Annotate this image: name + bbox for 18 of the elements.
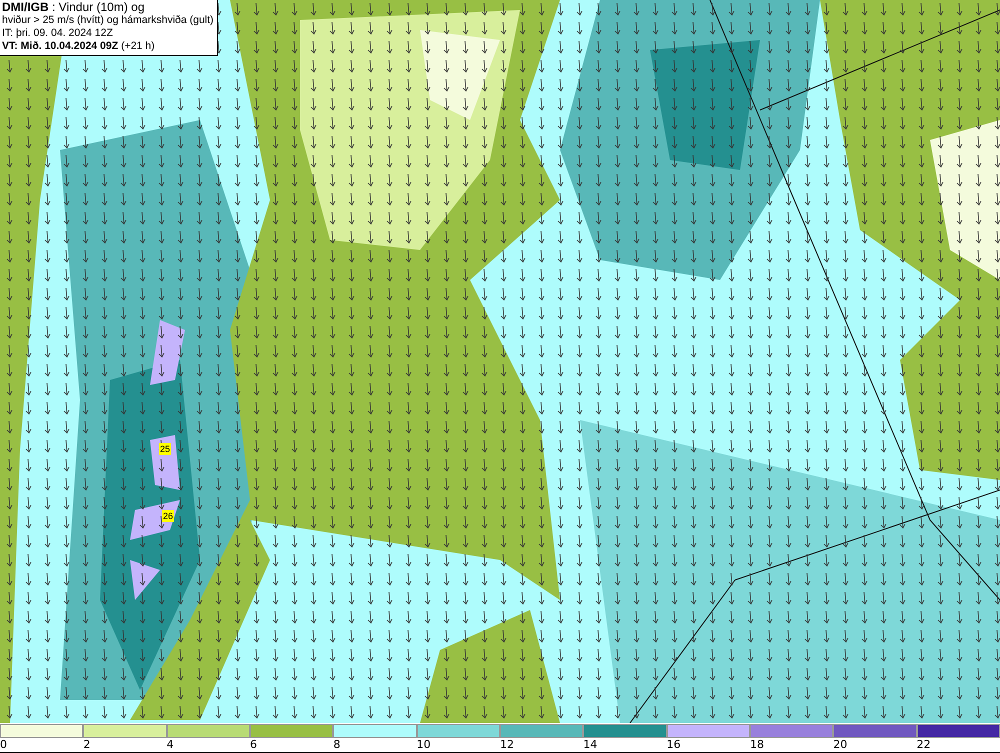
legend-label: 12: [500, 738, 514, 751]
title-line: hviður > 25 m/s (hvítt) og hámarkshviða (gult): [2, 14, 214, 27]
legend-label: 18: [750, 738, 764, 751]
legend-label: 6: [250, 738, 257, 751]
legend-label: 16: [666, 738, 681, 751]
legend-label: 8: [333, 738, 340, 751]
legend-label: 10: [416, 738, 431, 751]
legend-label: 4: [166, 738, 174, 751]
legend-label: 22: [916, 738, 931, 751]
legend-label: 2: [83, 738, 90, 751]
legend-label: 20: [833, 738, 848, 751]
title-line: DMI/IGB : Vindur (10m) og: [2, 1, 146, 14]
legend-label: 0: [0, 738, 7, 751]
title-line: VT: Mið. 10.04.2024 09Z (+21 h): [2, 40, 156, 53]
legend-label: 14: [583, 738, 598, 751]
title-line: IT: þri. 09. 04. 2024 12Z: [2, 27, 114, 40]
gust-label: 26: [162, 510, 174, 522]
gust-label: 25: [159, 443, 172, 455]
